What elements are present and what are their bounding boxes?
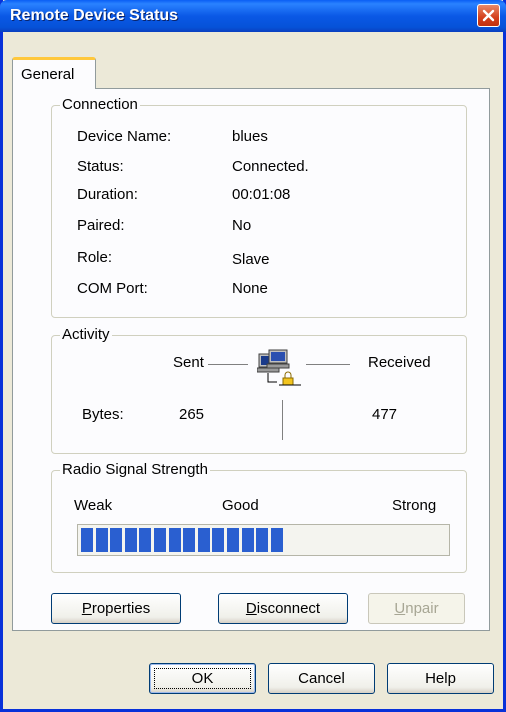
signal-strength-bar [77,524,450,556]
received-line [306,364,350,365]
signal-segment [227,528,239,552]
signal-segment [183,528,196,552]
signal-segment [197,528,210,552]
received-label: Received [368,354,431,371]
signal-segment [81,528,93,552]
com-port-label: COM Port: [77,280,148,297]
role-value: Slave [232,251,270,268]
paired-value: No [232,217,252,234]
bytes-sent-value: 265 [179,406,205,423]
com-port-value: None [232,280,268,297]
signal-segment [154,528,166,552]
strong-label: Strong [392,497,437,514]
bytes-received-value: 477 [372,406,398,423]
sent-line [208,364,248,365]
radio-signal-legend: Radio Signal Strength [60,461,210,479]
unpair-button[interactable]: Unpair [368,593,465,624]
duration-label: Duration: [77,186,138,203]
close-button[interactable] [477,4,500,27]
activity-divider [282,400,283,440]
radio-signal-group: Radio Signal Strength Weak Good Strong [51,461,467,573]
device-name-value: blues [232,128,268,145]
tab-general-label: General [21,66,75,83]
connection-legend: Connection [60,96,140,114]
role-label: Role: [77,249,113,266]
tab-general[interactable]: General [12,57,96,89]
disconnect-button[interactable]: Disconnect [218,593,348,624]
paired-label: Paired: [77,217,125,234]
status-value: Connected. [232,158,309,175]
properties-button[interactable]: Properties [51,593,181,624]
close-icon [482,9,495,22]
remote-device-status-dialog: Remote Device Status General Connection … [0,0,506,712]
sent-label: Sent [173,354,204,371]
device-name-label: Device Name: [77,128,172,145]
title-bar[interactable]: Remote Device Status [0,0,506,32]
network-computers-icon [257,349,301,386]
activity-legend: Activity [60,326,112,344]
weak-label: Weak [74,497,113,514]
signal-segment [168,528,181,552]
signal-segment [139,528,152,552]
ok-focus-rect [154,668,251,689]
signal-segment [270,528,283,552]
good-label: Good [222,497,259,514]
ok-button[interactable]: OK [149,663,256,694]
activity-group: Activity Sent Received Bytes: 265 477 [51,326,467,454]
help-button[interactable]: Help [387,663,494,694]
signal-segment [124,528,137,552]
bytes-label: Bytes: [82,406,124,423]
signal-segment [110,528,123,552]
cancel-button[interactable]: Cancel [268,663,375,694]
signal-segment [212,528,225,552]
signal-segment [256,528,269,552]
window-title: Remote Device Status [10,7,179,24]
duration-value: 00:01:08 [232,186,291,203]
general-tab-panel: Connection Device Name: blues Status: Co… [12,88,490,631]
signal-segment [95,528,108,552]
connection-group: Connection Device Name: blues Status: Co… [51,96,467,318]
status-label: Status: [77,158,124,175]
signal-segment [241,528,254,552]
